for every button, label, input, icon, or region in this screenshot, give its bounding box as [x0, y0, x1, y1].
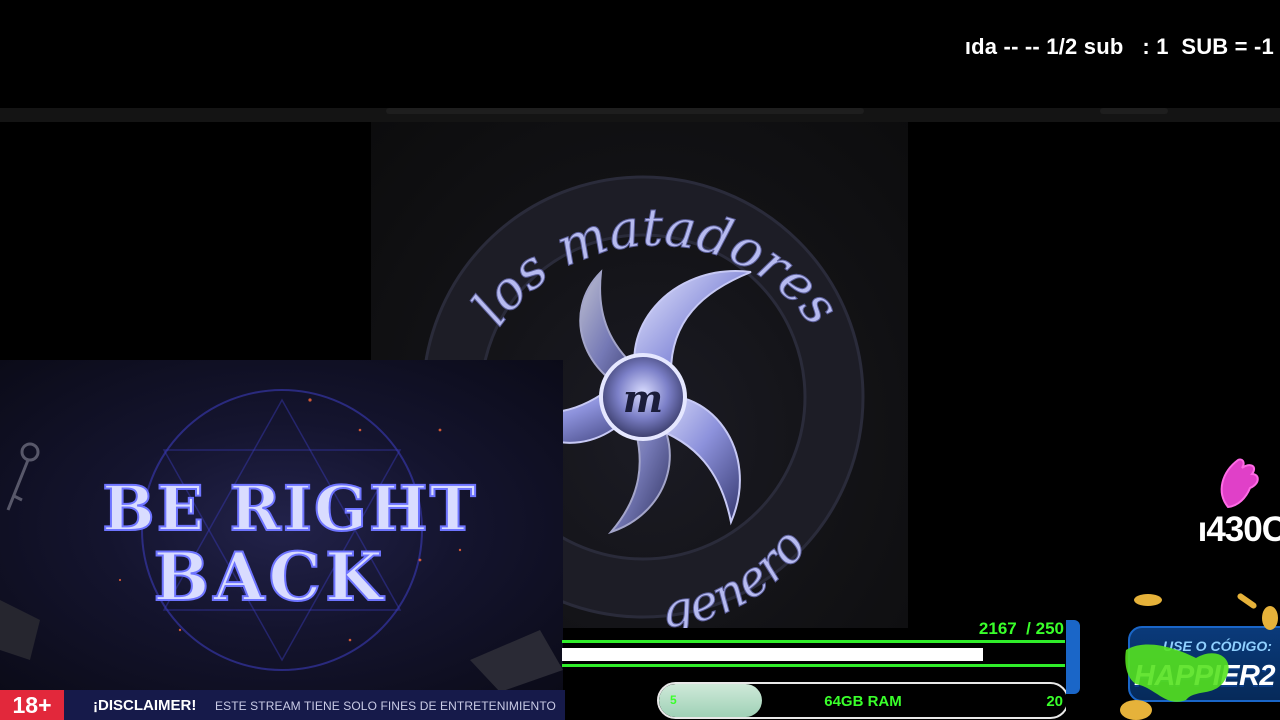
age-rating-badge: 18+ — [0, 690, 64, 720]
goal-progress-bar — [562, 640, 1065, 668]
browser-toolbar-strip — [0, 108, 1280, 122]
disclaimer-title: ¡DISCLAIMER! — [93, 697, 197, 714]
praying-hands-icon — [1220, 458, 1259, 509]
goal-count: 2167 / 250 — [978, 619, 1064, 638]
brb-line1: BE RIGHT — [102, 472, 477, 545]
promo-code-widget: USE O CÓDIGO: HAPPIER2 — [1066, 588, 1280, 720]
address-bar — [386, 108, 864, 114]
right-counter-text: ı430C — [1197, 510, 1280, 549]
disclaimer-bar: 18+ ¡DISCLAIMER! ESTE STREAM TIENE SOLO … — [0, 690, 565, 720]
disclaimer-text: ESTE STREAM TIENE SOLO FINES DE ENTRETEN… — [215, 699, 556, 713]
ram-label: 64GB RAM — [824, 693, 902, 710]
key-icon — [6, 442, 40, 511]
goal-progress-fill — [562, 648, 983, 661]
ram-progress-bar: 5 64GB RAM 20 — [657, 682, 1069, 719]
ram-end-value: 20 — [1046, 693, 1063, 710]
be-right-back-panel: BE RIGHT BACK — [0, 360, 563, 692]
top-ticker-bar: ıda -- -- 1/2 sub : 1 SUB = -1 — [0, 0, 1280, 108]
toolbar-button — [1100, 108, 1168, 114]
ticker-text: ıda -- -- 1/2 sub : 1 SUB = -1 — [964, 34, 1274, 59]
coin-icons — [1120, 593, 1278, 720]
brb-line2: BACK — [154, 538, 387, 616]
brb-graphic: BE RIGHT BACK — [0, 389, 563, 692]
logo-letter: m — [623, 376, 663, 421]
paper-scrap — [470, 630, 563, 692]
slime-splash — [1125, 644, 1229, 702]
